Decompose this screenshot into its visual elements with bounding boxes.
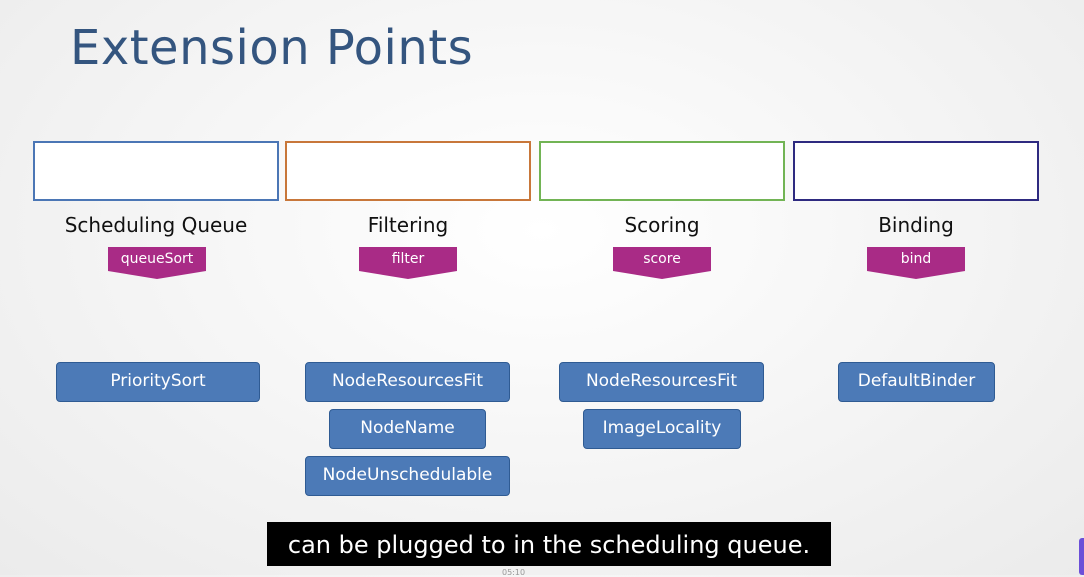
extension-tag-queuesort: queueSort — [108, 247, 206, 279]
extension-tag-bind: bind — [867, 247, 965, 279]
plugin-defaultbinder: DefaultBinder — [838, 362, 995, 402]
stage-label-scheduling-queue: Scheduling Queue — [64, 213, 248, 237]
stage-box-scoring — [539, 141, 785, 201]
extension-tag-score: score — [613, 247, 711, 279]
plugin-prioritysort: PrioritySort — [56, 362, 260, 402]
edge-tab[interactable] — [1079, 538, 1084, 575]
extension-tag-filter: filter — [359, 247, 457, 279]
stage-box-filtering — [285, 141, 531, 201]
slide-title: Extension Points — [70, 20, 474, 76]
plugin-noderesourcesfit-score: NodeResourcesFit — [559, 362, 764, 402]
stage-box-binding — [793, 141, 1039, 201]
stage-label-scoring: Scoring — [624, 213, 700, 237]
stage-label-binding: Binding — [878, 213, 954, 237]
plugin-imagelocality: ImageLocality — [583, 409, 741, 449]
plugin-nodeunschedulable: NodeUnschedulable — [305, 456, 510, 496]
plugin-nodename: NodeName — [329, 409, 486, 449]
plugin-noderesourcesfit-filter: NodeResourcesFit — [305, 362, 510, 402]
video-timestamp: 05:10 — [502, 568, 526, 577]
video-caption: can be plugged to in the scheduling queu… — [267, 522, 831, 566]
stage-label-filtering: Filtering — [367, 213, 449, 237]
stage-box-scheduling-queue — [33, 141, 279, 201]
